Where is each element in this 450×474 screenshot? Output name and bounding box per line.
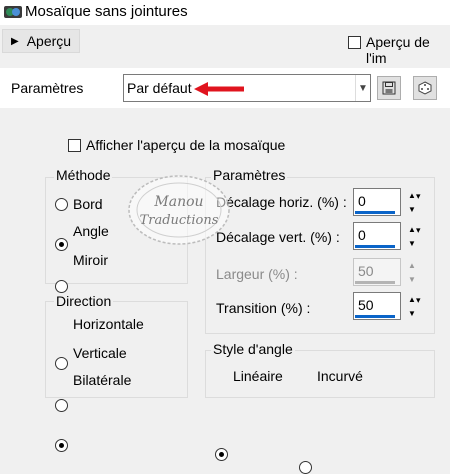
method-bord-radio[interactable] [55, 198, 68, 211]
spin-down-icon[interactable]: ▼ [402, 236, 422, 250]
show-mosaic-preview-label: Afficher l'aperçu de la mosaïque [86, 137, 286, 153]
direction-horizontale-label: Horizontale [73, 316, 144, 332]
preview-toggle-button[interactable]: ▶ Aperçu [2, 29, 80, 53]
red-arrow-annotation-icon [194, 82, 244, 96]
corner-incurve-label: Incurvé [317, 368, 363, 384]
width-slider [355, 281, 395, 284]
direction-bilaterale-label: Bilatérale [73, 372, 132, 388]
save-icon [382, 81, 396, 95]
transition-slider[interactable] [355, 315, 395, 318]
width-value: 50 [358, 263, 374, 279]
direction-bilaterale-radio[interactable] [55, 439, 68, 452]
dice-icon [418, 81, 432, 95]
method-angle-radio[interactable] [55, 238, 68, 251]
watermark-line2: Traductions [140, 213, 219, 228]
spin-down-icon[interactable]: ▼ [402, 306, 422, 320]
window-title: Mosaïque sans jointures [25, 3, 188, 20]
corner-lineaire-label: Linéaire [233, 368, 283, 384]
horizontal-offset-input[interactable]: 0 [353, 188, 401, 216]
reset-preset-button[interactable] [413, 76, 437, 100]
method-miroir-label: Miroir [73, 252, 108, 268]
corner-style-title: Style d'angle [211, 341, 295, 357]
direction-title: Direction [54, 293, 114, 309]
watermark-line1: Manou [153, 194, 203, 210]
direction-verticale-radio[interactable] [55, 399, 68, 412]
save-preset-button[interactable] [377, 76, 401, 100]
direction-horizontale-radio[interactable] [55, 357, 68, 370]
width-stepper: ▲ ▼ [402, 258, 422, 286]
corner-lineaire-radio[interactable] [215, 448, 228, 461]
vertical-offset-slider[interactable] [355, 245, 395, 248]
presets-dropdown[interactable]: Par défaut ▼ [123, 74, 371, 102]
spin-up-icon: ▲ [408, 260, 416, 270]
width-label: Largeur (%) : [216, 266, 298, 282]
width-input: 50 [353, 258, 401, 286]
method-bord-label: Bord [73, 196, 103, 212]
presets-selected: Par défaut [127, 80, 192, 96]
horizontal-offset-slider[interactable] [355, 211, 395, 214]
method-title: Méthode [54, 167, 113, 183]
method-angle-label: Angle [73, 223, 109, 239]
chevron-down-icon[interactable]: ▾ [416, 225, 421, 236]
vertical-offset-input[interactable]: 0 [353, 222, 401, 250]
vertical-offset-label: Décalage vert. (%) : [216, 229, 340, 245]
transition-input[interactable]: 50 [353, 292, 401, 320]
horizontal-offset-value: 0 [358, 193, 366, 209]
method-miroir-radio[interactable] [55, 280, 68, 293]
caret-right-icon: ▶ [11, 35, 19, 47]
chevron-down-icon[interactable]: ▾ [416, 295, 421, 306]
spin-down-icon: ▼ [408, 274, 416, 284]
app-icon [4, 6, 22, 18]
preview-checkbox[interactable] [348, 36, 361, 49]
watermark-logo: Manou Traductions [128, 175, 230, 245]
vertical-offset-value: 0 [358, 227, 366, 243]
chevron-down-icon[interactable]: ▾ [416, 191, 421, 202]
preview-toggle-label: Aperçu [26, 33, 72, 49]
transition-label: Transition (%) : [216, 300, 311, 316]
direction-verticale-label: Verticale [73, 345, 127, 361]
spin-down-icon[interactable]: ▼ [402, 202, 422, 216]
horizontal-offset-label: Décalage horiz. (%) : [216, 194, 347, 210]
presets-label: Paramètres [11, 80, 84, 96]
show-mosaic-preview-checkbox[interactable] [68, 139, 81, 152]
chevron-down-icon: ▼ [355, 75, 370, 101]
corner-incurve-radio[interactable] [299, 461, 312, 474]
preview-checkbox-label: Aperçu de l'im [366, 34, 430, 66]
transition-value: 50 [358, 297, 374, 313]
